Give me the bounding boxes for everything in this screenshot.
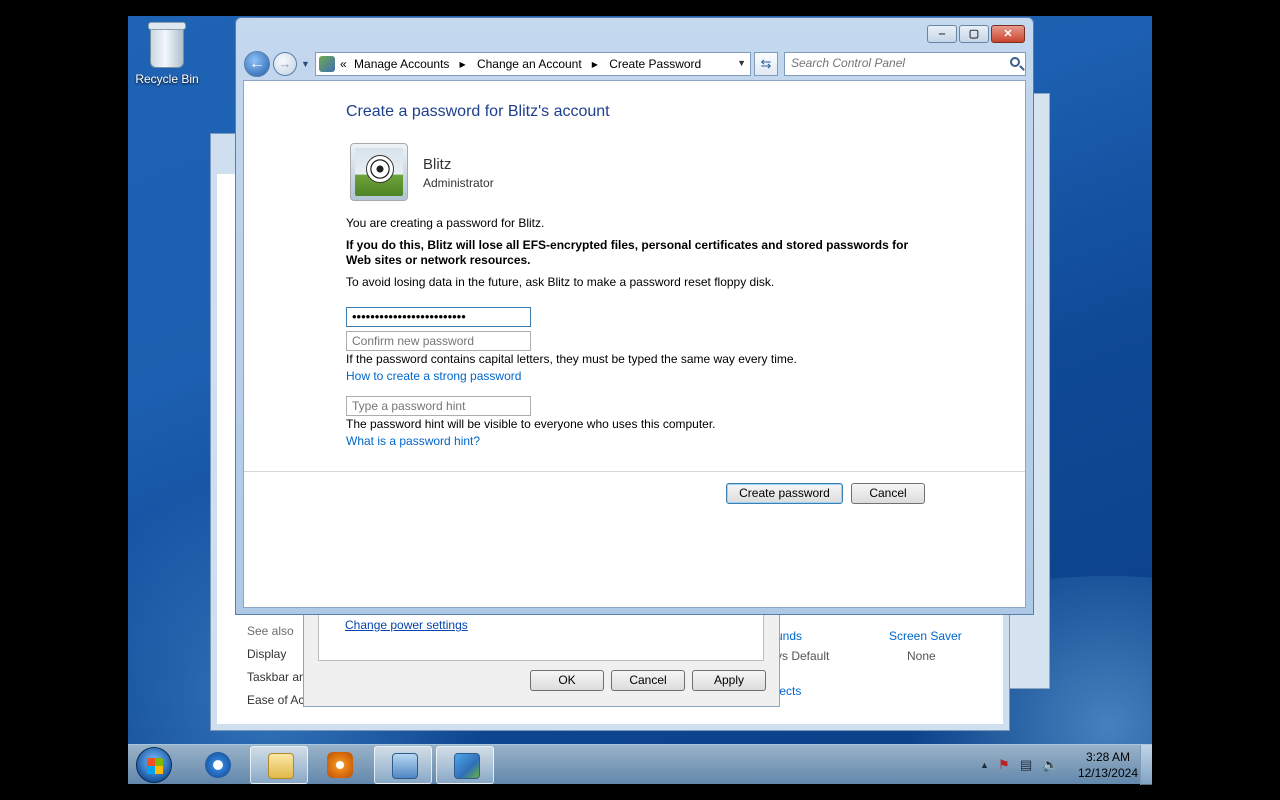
maximize-icon: ▢: [968, 28, 980, 40]
refresh-button[interactable]: ⇆: [754, 52, 778, 76]
content-area: Create a password for Blitz's account Bl…: [243, 80, 1026, 608]
see-also-taskbar-link[interactable]: Taskbar an: [247, 666, 310, 689]
recycle-bin-label: Recycle Bin: [135, 72, 199, 86]
create-password-window: ‒ ▢ ✕ ← → ▼ « Manage Accounts ▶ Change an…: [235, 17, 1034, 615]
avatar: [350, 143, 408, 201]
forward-button[interactable]: →: [273, 52, 297, 76]
see-also-ease-link[interactable]: Ease of Acc: [247, 689, 310, 712]
screen-saver-dialog: Change power settings OK Cancel Apply: [303, 600, 780, 707]
password-hint-link[interactable]: What is a password hint?: [346, 434, 480, 448]
create-password-button[interactable]: Create password: [726, 483, 843, 504]
minimize-button[interactable]: ‒: [927, 25, 957, 43]
volume-icon[interactable]: 🔈: [1042, 757, 1058, 773]
show-desktop-button[interactable]: [1140, 745, 1152, 785]
show-hidden-icons-button[interactable]: ▲: [980, 760, 989, 770]
system-tray: ▲ ⚑ ▤ 🔈 3:28 AM 12/13/2024: [962, 745, 1152, 785]
breadcrumb-create-password[interactable]: Create Password: [609, 57, 701, 71]
taskbar: ▲ ⚑ ▤ 🔈 3:28 AM 12/13/2024: [128, 744, 1152, 785]
clock[interactable]: 3:28 AM 12/13/2024: [1078, 749, 1138, 781]
breadcrumb-change-account[interactable]: Change an Account: [477, 57, 582, 71]
search-icon[interactable]: [1010, 57, 1020, 67]
caps-note: If the password contains capital letters…: [346, 352, 797, 366]
breadcrumb-separator-icon[interactable]: ▶: [459, 60, 465, 69]
window-controls: ‒ ▢ ✕: [927, 25, 1025, 43]
clock-time: 3:28 AM: [1085, 750, 1130, 764]
search-input[interactable]: [791, 56, 1001, 70]
internet-explorer-icon: [205, 752, 231, 778]
dialog-apply-button[interactable]: Apply: [692, 670, 766, 691]
confirm-password-field[interactable]: [346, 331, 531, 351]
taskbar-media-player[interactable]: [310, 746, 368, 784]
taskbar-control-panel[interactable]: [374, 746, 432, 784]
new-password-field[interactable]: •••••••••••••••••••••••••: [346, 307, 531, 327]
warning-text: If you do this, Blitz will lose all EFS-…: [346, 238, 909, 267]
breadcrumb-separator-icon[interactable]: ▶: [592, 60, 598, 69]
page-title: Create a password for Blitz's account: [346, 103, 610, 120]
screen-saver-link[interactable]: Screen Saver: [889, 629, 962, 643]
address-dropdown-icon[interactable]: ▼: [737, 58, 746, 68]
refresh-icon: ⇆: [760, 56, 772, 71]
divider: [244, 471, 1025, 472]
user-role: Administrator: [423, 176, 494, 190]
control-panel-icon: [392, 753, 418, 779]
recent-pages-dropdown-icon[interactable]: ▼: [301, 59, 310, 69]
breadcrumb-overflow[interactable]: «: [340, 57, 347, 71]
soccer-ball-icon: [366, 155, 394, 183]
sounds-value: vs Default: [776, 649, 830, 663]
clock-date: 12/13/2024: [1077, 766, 1138, 780]
user-accounts-icon: [319, 56, 335, 72]
see-also-display-link[interactable]: Display: [247, 643, 310, 666]
close-icon: ✕: [1003, 28, 1013, 40]
recycle-bin[interactable]: Recycle Bin: [134, 22, 200, 86]
forward-arrow-icon: →: [278, 56, 292, 71]
address-bar[interactable]: « Manage Accounts ▶ Change an Account ▶ Cr…: [315, 52, 751, 76]
start-button[interactable]: [136, 747, 172, 783]
floppy-note: To avoid losing data in the future, ask …: [346, 275, 775, 289]
back-button[interactable]: ←: [244, 51, 270, 77]
see-also-heading: See also: [247, 624, 294, 638]
user-name: Blitz: [423, 156, 452, 173]
windows-logo-icon: [147, 758, 163, 774]
intro-text: You are creating a password for Blitz.: [346, 216, 545, 230]
search-box[interactable]: [784, 52, 1026, 76]
back-arrow-icon: ←: [249, 55, 265, 72]
change-power-settings-link[interactable]: Change power settings: [345, 618, 468, 632]
maximize-button[interactable]: ▢: [959, 25, 989, 43]
taskbar-personalization[interactable]: [436, 746, 494, 784]
personalization-icon: [454, 753, 480, 779]
minimize-icon: ‒: [938, 28, 946, 40]
see-also-panel: See also Display Taskbar an Ease of Acc: [247, 620, 310, 712]
breadcrumb-manage-accounts[interactable]: Manage Accounts: [354, 57, 449, 71]
media-player-icon: [327, 752, 353, 778]
dialog-cancel-button[interactable]: Cancel: [611, 670, 685, 691]
folder-icon: [268, 753, 294, 779]
network-icon[interactable]: ▤: [1020, 757, 1032, 773]
soccer-ball-picture: [355, 148, 403, 196]
taskbar-windows-explorer[interactable]: [250, 746, 308, 784]
close-button[interactable]: ✕: [991, 25, 1025, 43]
strong-password-link[interactable]: How to create a strong password: [346, 369, 521, 383]
action-center-icon[interactable]: ⚑: [998, 757, 1010, 773]
dialog-ok-button[interactable]: OK: [530, 670, 604, 691]
taskbar-internet-explorer[interactable]: [188, 746, 246, 784]
password-hint-field[interactable]: [346, 396, 531, 416]
cancel-button[interactable]: Cancel: [851, 483, 925, 504]
breadcrumb: « Manage Accounts ▶ Change an Account ▶ Cr…: [340, 57, 705, 71]
navigation-bar: ← → ▼ « Manage Accounts ▶ Change an Accou…: [244, 51, 1026, 77]
recycle-bin-icon: [148, 22, 186, 68]
screen-saver-value: None: [907, 649, 936, 663]
hint-note: The password hint will be visible to eve…: [346, 417, 716, 431]
